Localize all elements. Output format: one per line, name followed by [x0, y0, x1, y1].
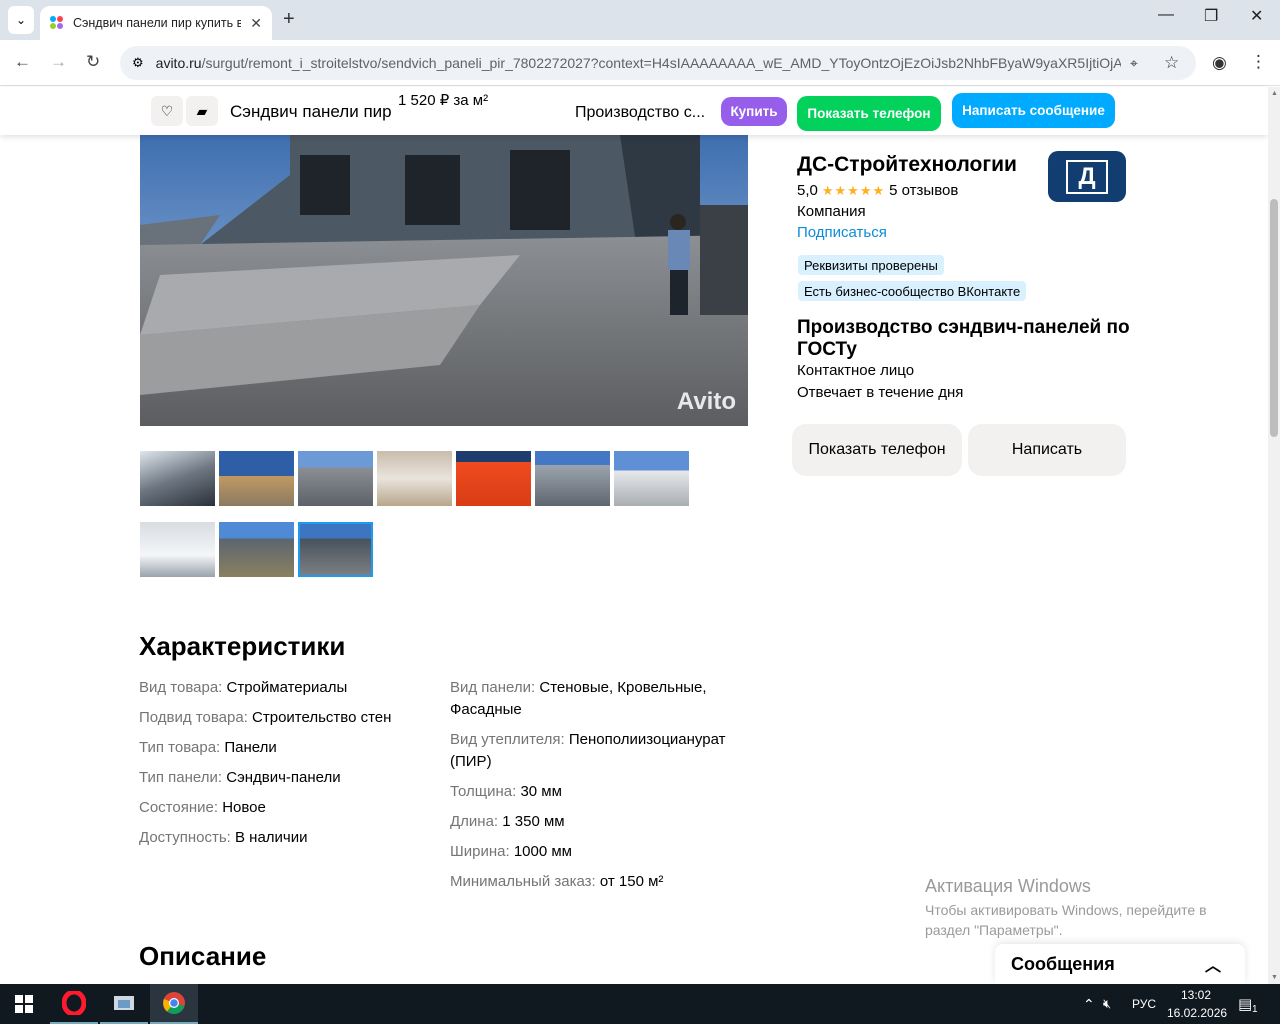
- notification-count: 1: [1252, 1004, 1258, 1015]
- url-host: avito.ru: [155, 55, 202, 71]
- chevron-up-icon[interactable]: ︿: [1205, 952, 1221, 976]
- chrome-icon[interactable]: [150, 984, 198, 1024]
- sticky-price: 1 520 ₽ за м²: [398, 92, 489, 109]
- page-scrollbar[interactable]: ▲ ▼: [1268, 87, 1280, 984]
- char-row: Ширина: 1000 мм: [450, 843, 572, 860]
- browser-tab[interactable]: Сэндвич панели пир купить в ✕: [40, 6, 272, 40]
- thumbnail-5[interactable]: [456, 451, 531, 506]
- thumbnail-7[interactable]: [614, 451, 689, 506]
- thumbnail-8[interactable]: [140, 522, 215, 577]
- thumbnail-3[interactable]: [298, 451, 373, 506]
- messages-widget[interactable]: Сообщения ︿: [995, 944, 1245, 984]
- char-row: Вид утеплителя: Пенополиизоцианурат (ПИР…: [450, 731, 726, 770]
- clock-time[interactable]: 13:02: [1181, 988, 1211, 1002]
- close-window-icon[interactable]: ✕: [1250, 6, 1263, 26]
- reload-icon[interactable]: ↻: [86, 52, 100, 72]
- scroll-up-icon[interactable]: ▲: [1271, 90, 1278, 97]
- tab-title: Сэндвич панели пир купить в: [73, 16, 241, 30]
- address-bar: ← → ↻ ⚙ avito.ru/surgut/remont_i_stroite…: [0, 40, 1280, 86]
- messages-label: Сообщения: [1011, 953, 1115, 974]
- characteristics-heading: Характеристики: [139, 631, 346, 661]
- contact-person: Контактное лицо: [797, 362, 915, 379]
- reviews-count: 5 отзывов: [889, 182, 959, 199]
- seller-headline: Производство сэндвич-панелей по ГОСТу: [797, 317, 1130, 360]
- thumbnail-6[interactable]: [535, 451, 610, 506]
- response-time: Отвечает в течение дня: [797, 384, 964, 401]
- site-info-icon[interactable]: ⚙: [132, 55, 144, 71]
- taskbar: ⌃ 🔇︎ РУС 13:02 16.02.2026 ▤ 1: [0, 984, 1280, 1024]
- char-row: Тип товара: Панели: [139, 739, 277, 756]
- sticky-title: Сэндвич панели пир: [230, 102, 392, 121]
- description-heading: Описание: [139, 941, 267, 971]
- windows-activation-title: Активация Windows: [925, 876, 1091, 896]
- profile-icon[interactable]: ◉: [1212, 53, 1227, 73]
- close-tab-icon[interactable]: ✕: [250, 15, 262, 32]
- thumbnail-1[interactable]: [140, 451, 215, 506]
- url-field[interactable]: ⚙ avito.ru/surgut/remont_i_stroitelstvo/…: [120, 46, 1196, 80]
- forward-icon[interactable]: →: [50, 52, 67, 72]
- char-row: Толщина: 30 мм: [450, 783, 562, 800]
- write-button[interactable]: Написать: [968, 424, 1126, 476]
- thumbnail-10-selected[interactable]: [298, 522, 373, 577]
- thumbnail-4[interactable]: [377, 451, 452, 506]
- seller-rating[interactable]: 5,0 ★★★★★ 5 отзывов: [797, 182, 958, 199]
- language-indicator[interactable]: РУС: [1132, 997, 1156, 1011]
- tray-chevron-up-icon[interactable]: ⌃: [1083, 996, 1095, 1013]
- notifications-icon[interactable]: ▤: [1238, 995, 1252, 1013]
- thumbnail-9[interactable]: [219, 522, 294, 577]
- char-row: Вид товара: Стройматериалы: [139, 679, 348, 696]
- thumbnail-2[interactable]: [219, 451, 294, 506]
- logo-letter: Д: [1066, 159, 1108, 194]
- file-explorer-icon[interactable]: [100, 984, 148, 1024]
- tab-bar: ⌄ Сэндвич панели пир купить в ✕ + — ❐ ✕: [0, 0, 1280, 40]
- char-row: Минимальный заказ: от 150 м²: [450, 873, 664, 890]
- subscribe-link[interactable]: Подписаться: [797, 224, 887, 241]
- seller-name[interactable]: ДС-Стройтехнологии: [797, 153, 1017, 177]
- badge-vk-community: Есть бизнес-сообщество ВКонтакте: [798, 281, 1027, 301]
- sticky-header: ♡ ▰ Сэндвич панели пир 1 520 ₽ за м² Про…: [0, 87, 1268, 135]
- volume-muted-icon[interactable]: 🔇︎: [1103, 996, 1111, 1012]
- char-row: Длина: 1 350 мм: [450, 813, 565, 830]
- seller-type: Компания: [797, 203, 866, 220]
- scroll-down-icon[interactable]: ▼: [1271, 974, 1278, 981]
- avito-favicon-icon: [50, 16, 64, 30]
- char-row: Тип панели: Сэндвич-панели: [139, 769, 341, 786]
- sticky-seller[interactable]: Производство с...: [575, 104, 705, 122]
- char-row: Подвид товара: Строительство стен: [139, 709, 392, 726]
- seller-logo[interactable]: Д: [1048, 151, 1126, 202]
- windows-start-icon[interactable]: [0, 984, 48, 1024]
- location-off-icon[interactable]: ⌖: [1130, 55, 1138, 72]
- badge-verified: Реквизиты проверены: [798, 255, 944, 275]
- note-icon[interactable]: ▰: [186, 96, 218, 126]
- back-icon[interactable]: ←: [14, 52, 31, 72]
- minimize-icon[interactable]: —: [1158, 6, 1174, 24]
- restore-icon[interactable]: ❐: [1204, 6, 1218, 26]
- bookmark-star-icon[interactable]: ☆: [1164, 53, 1179, 73]
- char-row: Доступность: В наличии: [139, 829, 308, 846]
- new-tab-button[interactable]: +: [283, 8, 295, 31]
- show-phone-button[interactable]: Показать телефон: [792, 424, 962, 476]
- char-row: Состояние: Новое: [139, 799, 266, 816]
- rating-value: 5,0: [797, 182, 818, 199]
- buy-button[interactable]: Купить: [721, 97, 787, 126]
- url-path: /surgut/remont_i_stroitelstvo/sendvich_p…: [201, 55, 1121, 71]
- menu-icon[interactable]: ⋮: [1250, 52, 1267, 72]
- opera-icon[interactable]: [50, 984, 98, 1024]
- main-photo[interactable]: Avito: [140, 135, 748, 426]
- star-icons: ★★★★★: [821, 182, 886, 198]
- tab-search-button[interactable]: ⌄: [8, 6, 34, 34]
- sticky-message-button[interactable]: Написать сообщение: [952, 93, 1115, 128]
- avito-watermark: Avito: [676, 388, 736, 415]
- char-row: Вид панели: Стеновые, Кровельные, Фасадн…: [450, 679, 707, 718]
- sticky-phone-button[interactable]: Показать телефон: [797, 96, 941, 131]
- windows-activation-text: Чтобы активировать Windows, перейдите в …: [925, 902, 1207, 938]
- scroll-thumb[interactable]: [1270, 199, 1278, 437]
- clock-date[interactable]: 16.02.2026: [1167, 1006, 1227, 1020]
- favorite-heart-icon[interactable]: ♡: [151, 96, 183, 126]
